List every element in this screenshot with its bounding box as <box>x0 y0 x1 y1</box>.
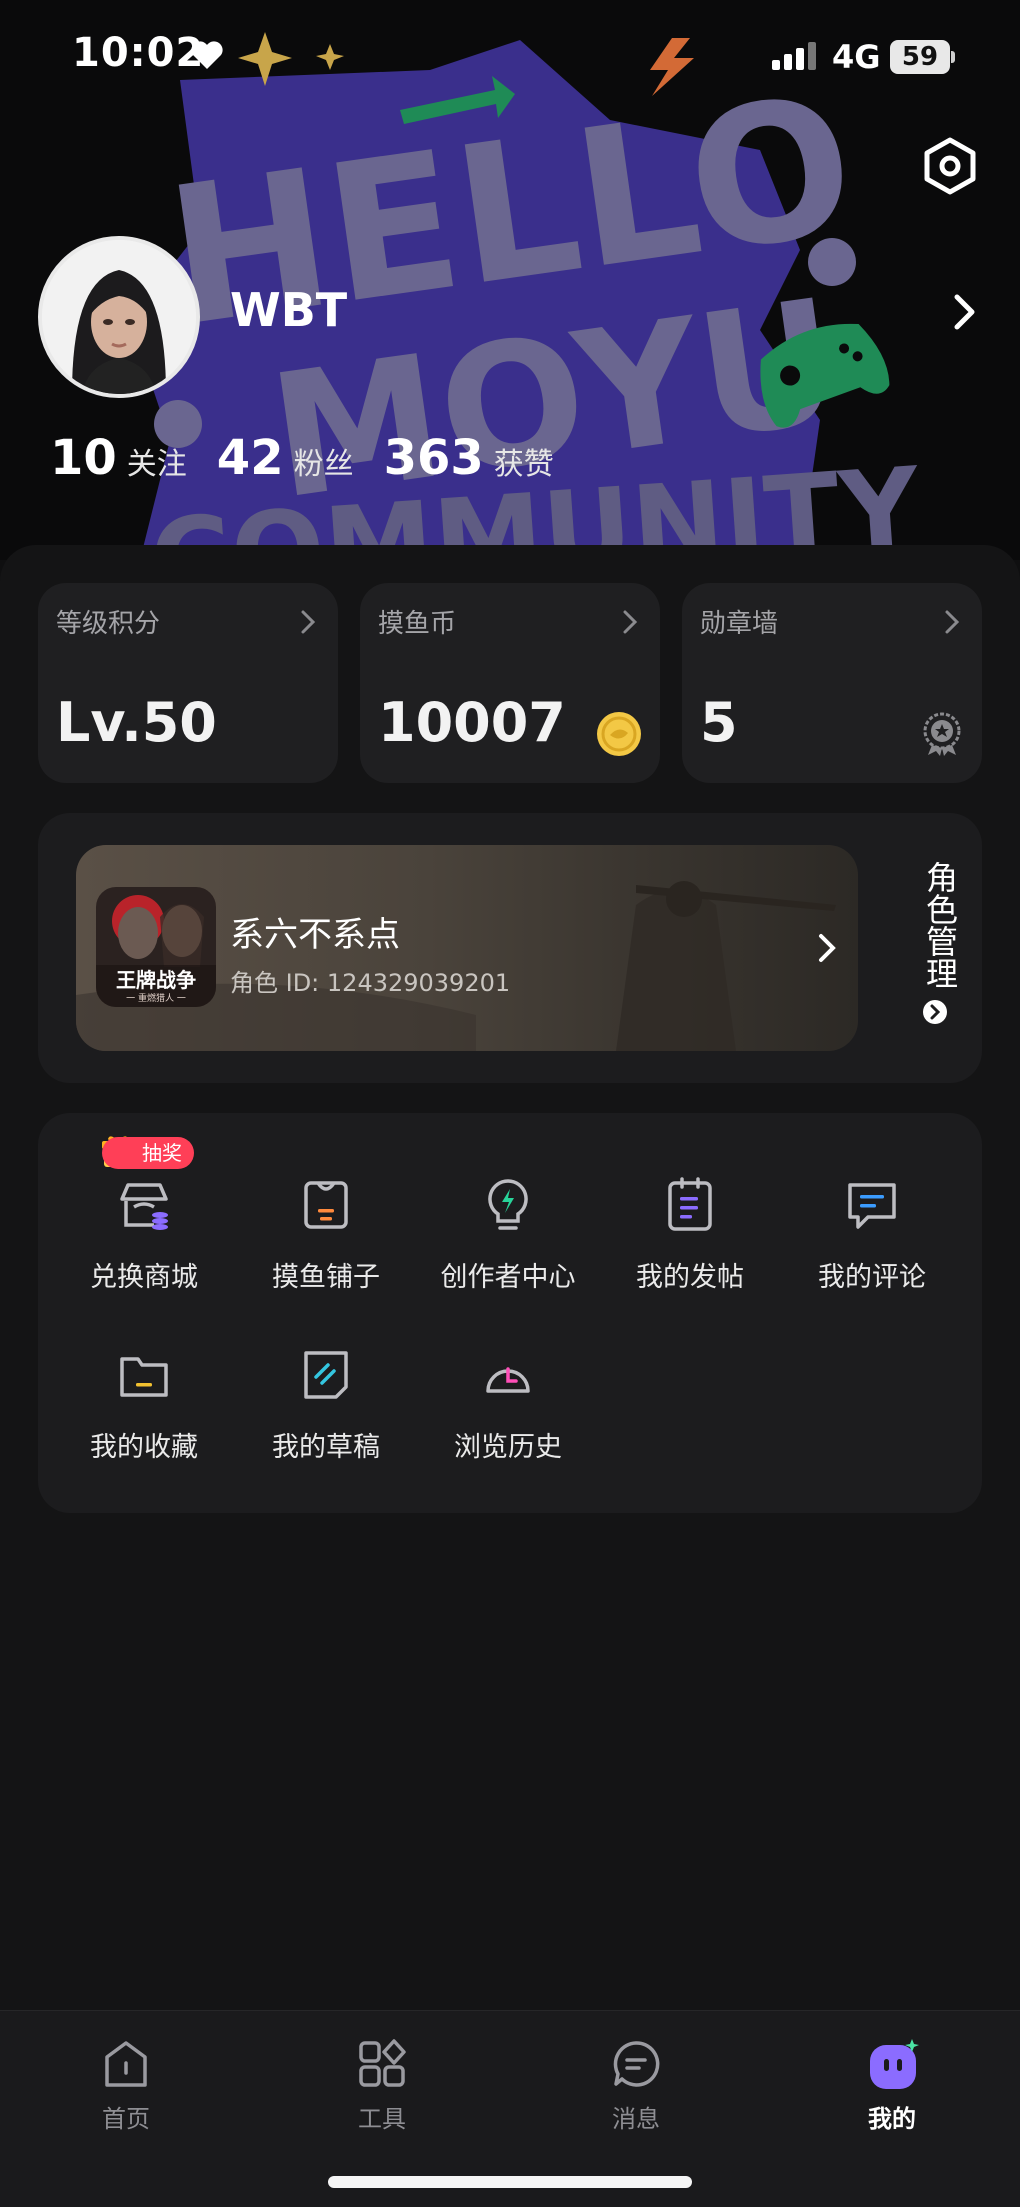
settings-icon[interactable] <box>920 136 980 196</box>
tool-label: 我的收藏 <box>90 1432 198 1463</box>
home-indicator[interactable] <box>328 2176 692 2188</box>
role-manage-button[interactable]: 角色管理 <box>918 861 959 1029</box>
role-manage-label: 角色管理 <box>921 861 959 989</box>
medal-value: 5 <box>700 691 738 754</box>
tool-my-posts[interactable]: 我的发帖 <box>600 1175 780 1325</box>
username[interactable]: WBT <box>230 283 347 337</box>
profile-stats: 10 关注 42 粉丝 363 获赞 <box>50 430 584 486</box>
tab-tools[interactable]: 工具 <box>312 2029 452 2139</box>
tab-home[interactable]: 首页 <box>56 2029 196 2139</box>
tab-label: 我的 <box>868 2105 916 2133</box>
level-card-title: 等级积分 <box>56 609 161 639</box>
avatar-portrait <box>42 240 196 394</box>
likes-label: 获赞 <box>493 447 554 482</box>
role-id: 角色 ID: 124329039201 <box>230 969 511 997</box>
signal-icon <box>772 42 816 70</box>
chevron-right-icon <box>945 610 960 634</box>
tab-label: 消息 <box>612 2105 660 2133</box>
tool-browse-history[interactable]: 浏览历史 <box>418 1345 598 1495</box>
role-card[interactable]: 王牌战争 一 重燃猎人 一 系六不系点 角色 ID: 124329039201 <box>76 845 858 1051</box>
tool-exchange-store[interactable]: 兑换商城 <box>54 1175 234 1325</box>
battery-level: 59 <box>890 40 950 74</box>
coin-icon <box>597 712 641 756</box>
coin-card[interactable]: 摸鱼币 10007 <box>360 583 660 783</box>
comment-icon <box>848 1183 896 1229</box>
role-name: 系六不系点 <box>230 915 400 955</box>
coin-card-title: 摸鱼币 <box>378 609 457 639</box>
tool-label: 兑换商城 <box>90 1262 198 1293</box>
tool-label: 创作者中心 <box>440 1262 576 1293</box>
tool-my-drafts[interactable]: 我的草稿 <box>236 1345 416 1495</box>
draft-icon <box>304 1351 348 1399</box>
tool-moyu-shop[interactable]: 摸鱼铺子 <box>236 1175 416 1325</box>
tab-messages[interactable]: 消息 <box>566 2029 706 2139</box>
shop-bag-icon <box>304 1181 348 1229</box>
lottery-badge: 抽奖 <box>102 1137 194 1169</box>
medal-card[interactable]: 勋章墙 5 <box>682 583 982 783</box>
battery-tip <box>951 51 955 63</box>
tool-label: 我的草稿 <box>272 1432 380 1463</box>
tool-label: 摸鱼铺子 <box>272 1262 380 1293</box>
tool-my-comments[interactable]: 我的评论 <box>782 1175 962 1325</box>
tool-label: 我的评论 <box>818 1262 926 1293</box>
tool-label: 我的发帖 <box>636 1262 744 1293</box>
lightbulb-icon <box>488 1179 528 1230</box>
home-icon <box>105 2041 147 2087</box>
followers-label[interactable]: 粉丝 <box>294 439 354 483</box>
profile-icon <box>870 2039 919 2089</box>
post-icon <box>668 1177 712 1231</box>
avatar[interactable] <box>38 236 200 398</box>
chevron-right-icon <box>819 934 836 962</box>
message-icon <box>613 2041 660 2087</box>
chevron-right-icon <box>623 610 638 634</box>
store-icon <box>120 1183 168 1230</box>
followers-count[interactable]: 42 <box>217 430 284 486</box>
following-label[interactable]: 关注 <box>127 439 187 483</box>
tools-section: 兑换商城 摸鱼铺子 创作者中心 我的发帖 我的评论 我的收藏 我的草稿 浏览历史 <box>38 1113 982 1513</box>
profile-header: HELLO MOYU COMMUNITY 10:02 4G 59 WBT 10 … <box>0 0 1020 560</box>
coin-value: 10007 <box>378 691 566 754</box>
tab-label: 首页 <box>102 2105 150 2133</box>
medal-icon <box>923 712 961 756</box>
tool-creator-center[interactable]: 创作者中心 <box>418 1175 598 1325</box>
game-icon: 王牌战争 一 重燃猎人 一 <box>96 887 216 1007</box>
tool-label: 浏览历史 <box>454 1432 562 1463</box>
chevron-right-icon[interactable] <box>952 292 978 332</box>
heart-icon <box>191 41 223 69</box>
tab-label: 工具 <box>358 2105 406 2133</box>
likes-count: 363 <box>383 430 484 486</box>
svg-text:王牌战争: 王牌战争 <box>116 968 196 992</box>
role-section: 王牌战争 一 重燃猎人 一 系六不系点 角色 ID: 124329039201 … <box>38 813 982 1083</box>
chevron-right-icon <box>301 610 316 634</box>
tools-icon <box>359 2039 406 2087</box>
status-time: 10:02 <box>72 30 205 76</box>
tab-profile[interactable]: 我的 <box>822 2029 962 2139</box>
level-value: Lv.50 <box>56 691 217 754</box>
chevron-right-circle-icon <box>923 1000 947 1024</box>
following-count[interactable]: 10 <box>50 430 117 486</box>
medal-card-title: 勋章墙 <box>700 609 779 639</box>
network-type: 4G <box>832 38 881 76</box>
folder-icon <box>120 1357 168 1397</box>
status-bar: 10:02 4G 59 <box>0 0 1020 112</box>
tool-my-favorites[interactable]: 我的收藏 <box>54 1345 234 1495</box>
svg-text:一 重燃猎人 一: 一 重燃猎人 一 <box>126 992 186 1004</box>
history-icon <box>486 1367 530 1393</box>
level-card[interactable]: 等级积分 Lv.50 <box>38 583 338 783</box>
